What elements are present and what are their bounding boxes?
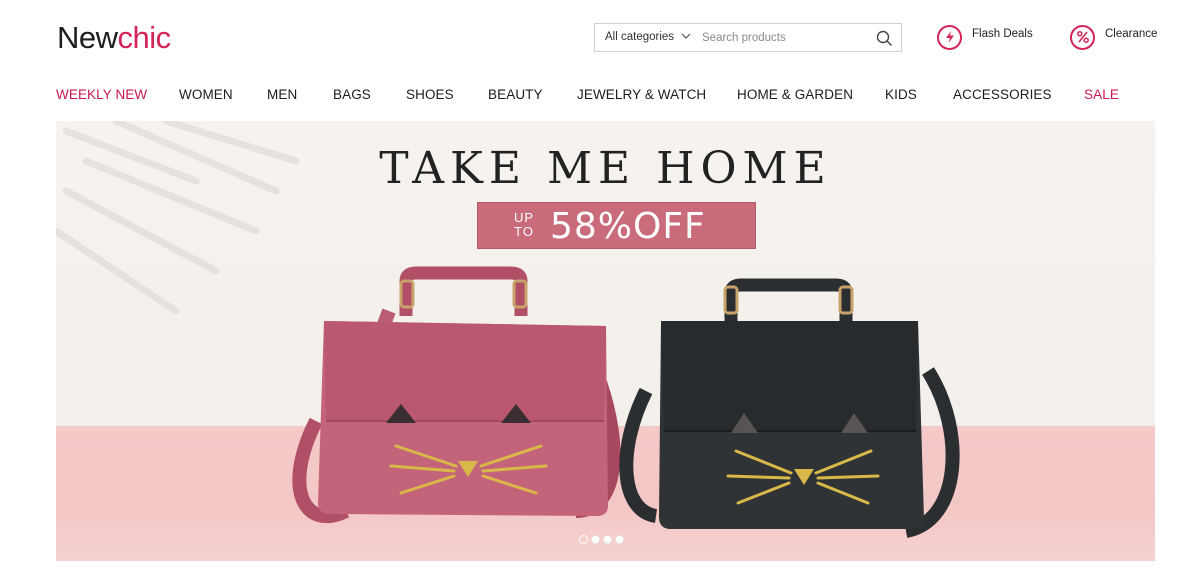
carousel-dots xyxy=(579,535,624,544)
nav-weekly-new[interactable]: WEEKLY NEW xyxy=(56,87,147,102)
carousel-dot-1[interactable] xyxy=(579,535,588,544)
flash-deals-label: Flash Deals xyxy=(972,28,1033,40)
hero-banner[interactable]: TAKE ME HOME UP TO 58%OFF xyxy=(56,121,1155,561)
carousel-dot-2[interactable] xyxy=(591,535,600,544)
search-input[interactable] xyxy=(702,28,867,47)
site-header: Newchic All categories Flash Deals Clear… xyxy=(0,0,1200,76)
nav-kids[interactable]: KIDS xyxy=(885,87,917,102)
search-icon[interactable] xyxy=(876,30,893,47)
nav-sale[interactable]: SALE xyxy=(1084,87,1119,102)
percent-icon xyxy=(1070,24,1095,50)
flash-deals-link[interactable]: Flash Deals xyxy=(937,23,1033,51)
clearance-label: Clearance xyxy=(1105,28,1158,40)
carousel-dot-4[interactable] xyxy=(615,535,624,544)
logo-part-chic: chic xyxy=(117,20,172,55)
nav-women[interactable]: WOMEN xyxy=(179,87,233,102)
logo-part-new: New xyxy=(57,20,118,55)
clearance-link[interactable]: Clearance xyxy=(1070,23,1157,51)
nav-men[interactable]: MEN xyxy=(267,87,297,102)
search-bar: All categories xyxy=(594,23,902,52)
nav-shoes[interactable]: SHOES xyxy=(406,87,454,102)
main-nav: WEEKLY NEW WOMEN MEN BAGS SHOES BEAUTY J… xyxy=(0,80,1200,110)
chevron-down-icon[interactable] xyxy=(680,30,692,42)
nav-accessories[interactable]: ACCESSORIES xyxy=(953,87,1052,102)
carousel-dot-3[interactable] xyxy=(603,535,612,544)
lightning-icon xyxy=(937,24,962,50)
category-select[interactable]: All categories xyxy=(605,24,674,51)
nav-home-garden[interactable]: HOME & GARDEN xyxy=(737,87,853,102)
nav-beauty[interactable]: BEAUTY xyxy=(488,87,543,102)
nav-bags[interactable]: BAGS xyxy=(333,87,371,102)
nav-jewelry-watch[interactable]: JEWELRY & WATCH xyxy=(577,87,706,102)
pink-cat-bag-image xyxy=(292,266,960,538)
newchic-logo[interactable]: Newchic xyxy=(57,20,171,56)
